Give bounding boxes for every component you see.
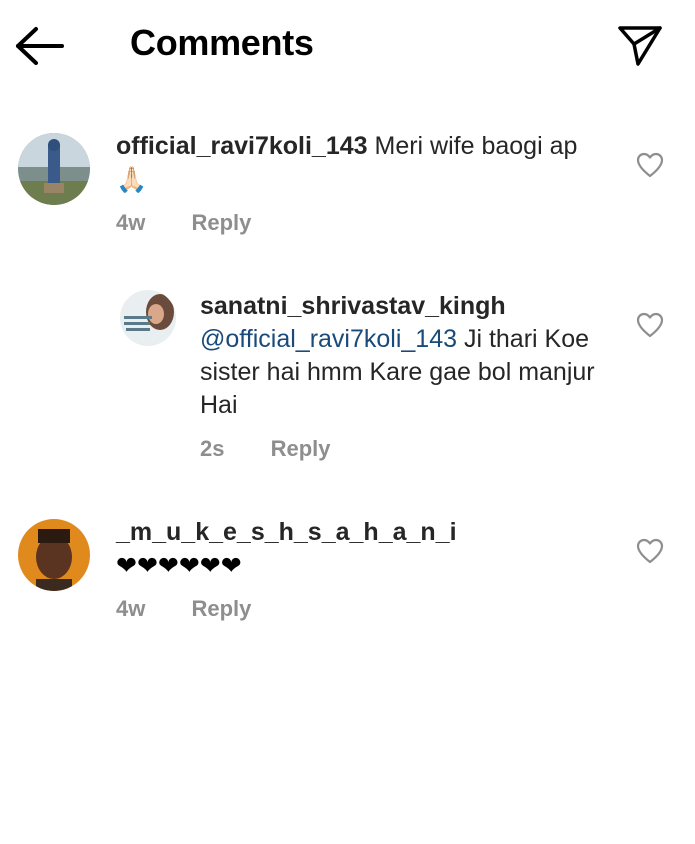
avatar[interactable] (120, 290, 176, 346)
reply-button[interactable]: Reply (191, 596, 251, 621)
like-button[interactable] (636, 538, 664, 564)
avatar-image (18, 133, 90, 205)
mention-link[interactable]: @official_ravi7koli_143 (200, 325, 457, 353)
heart-outline-icon (636, 312, 664, 338)
reply-comment-item: sanatni_shrivastav_kingh @official_ravi7… (0, 280, 695, 480)
avatar[interactable] (18, 519, 90, 591)
share-button[interactable] (614, 22, 666, 68)
folded-hands-emoji: 🙏🏻 (116, 165, 148, 194)
avatar-image (120, 290, 176, 346)
comment-username[interactable]: sanatni_shrivastav_kingh (200, 290, 600, 323)
like-button[interactable] (636, 152, 664, 178)
hearts-emoji-text: ❤❤❤❤❤❤ (116, 551, 242, 580)
like-button[interactable] (636, 312, 664, 338)
page-title: Comments (130, 22, 314, 63)
comment-time: 2s (200, 436, 225, 461)
heart-outline-icon (636, 538, 664, 564)
comment-text: Meri wife baogi ap (374, 132, 578, 160)
heart-outline-icon (636, 152, 664, 178)
avatar-image (18, 519, 90, 591)
header-bar: Comments (0, 0, 695, 90)
comment-time: 4w (116, 210, 146, 235)
reply-button[interactable]: Reply (271, 436, 331, 461)
avatar[interactable] (18, 133, 90, 205)
comment-time: 4w (116, 596, 146, 621)
back-button[interactable] (14, 24, 66, 68)
arrow-left-icon (16, 27, 64, 65)
reply-button[interactable]: Reply (191, 210, 251, 235)
comment-item: official_ravi7koli_143 Meri wife baogi a… (0, 120, 695, 250)
comment-username[interactable]: official_ravi7koli_143 (116, 132, 368, 160)
comment-username[interactable]: _m_u_k_e_s_h_s_a_h_a_n_i (116, 516, 596, 549)
comment-item: _m_u_k_e_s_h_s_a_h_a_n_i ❤❤❤❤❤❤ 4w Reply (0, 506, 695, 636)
paper-plane-icon (618, 26, 662, 66)
